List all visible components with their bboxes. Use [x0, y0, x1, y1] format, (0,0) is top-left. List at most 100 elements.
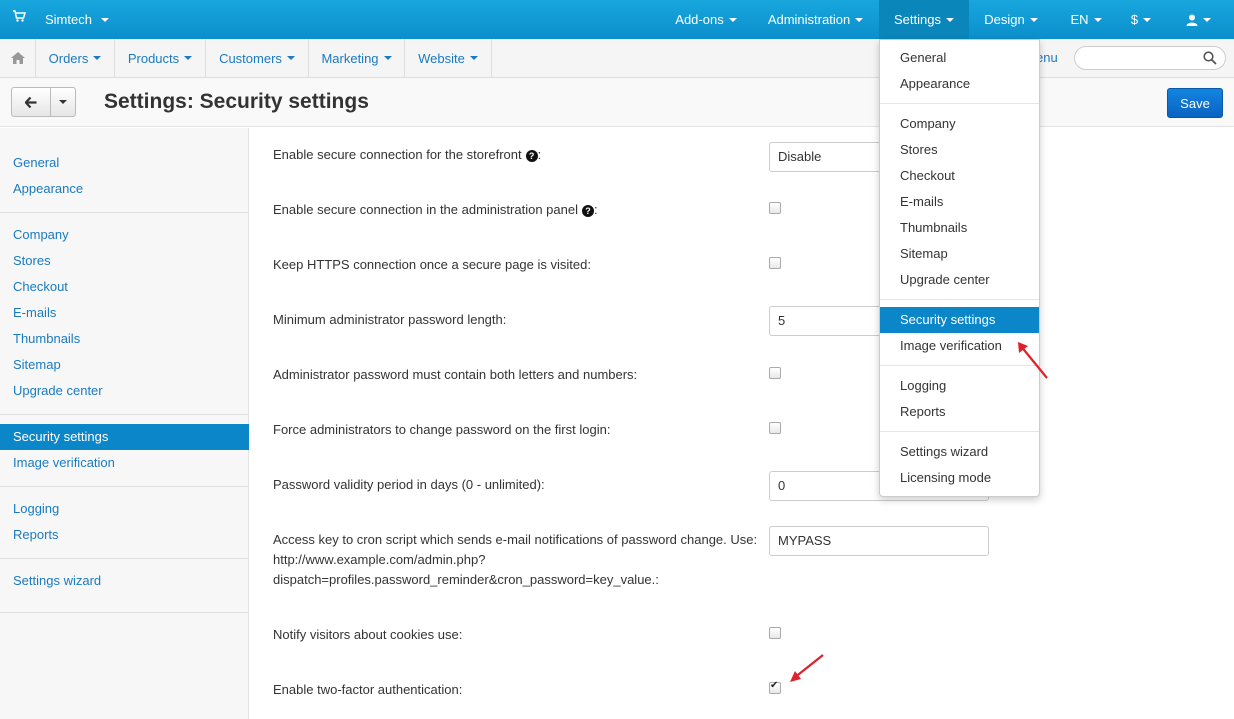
menu-design[interactable]: Design — [972, 0, 1050, 39]
sidebar-item-general[interactable]: General — [0, 150, 249, 176]
dropdown-item-upgrade-center[interactable]: Upgrade center — [880, 267, 1039, 293]
force-password-change-checkbox[interactable] — [769, 422, 781, 434]
actions-dropdown-button[interactable] — [50, 87, 76, 117]
cart-icon[interactable] — [12, 9, 26, 23]
menu-language[interactable]: EN — [1060, 0, 1112, 39]
dropdown-divider — [880, 365, 1039, 366]
dropdown-divider — [880, 103, 1039, 104]
home-button[interactable] — [0, 39, 36, 77]
setting-label-line: http://www.example.com/admin.php? — [273, 552, 486, 567]
back-button[interactable] — [11, 87, 51, 117]
nav-customers[interactable]: Customers — [206, 39, 309, 77]
setting-label: Enable secure connection for the storefr… — [273, 147, 542, 162]
search-icon[interactable] — [1203, 51, 1217, 65]
chevron-down-icon — [383, 56, 392, 60]
dropdown-item-licensing-mode[interactable]: Licensing mode — [880, 465, 1039, 491]
sidebar-item-stores[interactable]: Stores — [0, 248, 249, 274]
menu-administration[interactable]: Administration — [757, 0, 874, 39]
store-switcher[interactable]: Simtech — [45, 12, 109, 27]
nav-products[interactable]: Products — [115, 39, 206, 77]
dropdown-item-checkout[interactable]: Checkout — [880, 163, 1039, 189]
nav-marketing-label: Marketing — [321, 50, 379, 66]
chevron-down-icon — [59, 100, 67, 104]
cron-access-key-input[interactable]: MYPASS — [769, 526, 989, 556]
settings-sidebar: General Appearance Company Stores Checko… — [0, 128, 249, 719]
dropdown-item-general[interactable]: General — [880, 45, 1039, 71]
setting-label-text: Enable secure connection for the storefr… — [273, 147, 522, 162]
menu-design-label: Design — [984, 12, 1025, 27]
setting-label: Access key to cron script which sends e-… — [273, 530, 757, 590]
top-navbar: Simtech Add-ons Administration Settings … — [0, 0, 1234, 39]
dropdown-item-logging[interactable]: Logging — [880, 373, 1039, 399]
dropdown-divider — [880, 299, 1039, 300]
menu-settings-label: Settings — [894, 12, 941, 27]
search-box[interactable] — [1074, 46, 1226, 70]
menu-currency-label: $ — [1130, 12, 1139, 27]
nav-website[interactable]: Website — [405, 39, 492, 77]
search-input[interactable] — [1085, 47, 1205, 69]
nav-marketing[interactable]: Marketing — [309, 39, 405, 77]
dropdown-item-sitemap[interactable]: Sitemap — [880, 241, 1039, 267]
user-icon — [1186, 14, 1197, 26]
chevron-down-icon — [469, 56, 478, 60]
menu-administration-label: Administration — [767, 12, 851, 27]
setting-label: Keep HTTPS connection once a secure page… — [273, 257, 591, 272]
chevron-down-icon — [93, 56, 102, 60]
help-icon[interactable]: ? — [525, 150, 538, 162]
sidebar-divider — [0, 558, 249, 559]
dropdown-item-thumbnails[interactable]: Thumbnails — [880, 215, 1039, 241]
sidebar-item-sitemap[interactable]: Sitemap — [0, 352, 249, 378]
dropdown-item-company[interactable]: Company — [880, 111, 1039, 137]
nav-orders[interactable]: Orders — [36, 39, 115, 77]
sidebar-item-security-settings[interactable]: Security settings — [0, 424, 249, 450]
setting-label: Enable secure connection in the administ… — [273, 202, 598, 217]
menu-settings[interactable]: Settings — [879, 0, 969, 39]
setting-label-line: dispatch=profiles.password_reminder&cron… — [273, 572, 659, 587]
help-icon[interactable]: ? — [581, 205, 594, 217]
cookies-notice-checkbox[interactable] — [769, 627, 781, 639]
sidebar-item-company[interactable]: Company — [0, 222, 249, 248]
dropdown-item-image-verification[interactable]: Image verification — [880, 333, 1039, 359]
setting-label: Minimum administrator password length: — [273, 312, 507, 327]
setting-label: Notify visitors about cookies use: — [273, 627, 463, 642]
sidebar-divider — [0, 212, 249, 213]
chevron-down-icon — [1093, 17, 1102, 22]
nav-website-label: Website — [418, 50, 465, 66]
keep-https-checkbox[interactable] — [769, 257, 781, 269]
sidebar-item-appearance[interactable]: Appearance — [0, 176, 249, 202]
dropdown-item-security-settings[interactable]: Security settings — [880, 307, 1039, 333]
brand-label: Simtech — [45, 12, 92, 27]
page-title: Settings: Security settings — [104, 90, 369, 113]
setting-label: Password validity period in days (0 - un… — [273, 477, 545, 492]
sidebar-item-emails[interactable]: E-mails — [0, 300, 249, 326]
menu-user[interactable] — [1170, 0, 1226, 39]
sidebar-item-logging[interactable]: Logging — [0, 496, 249, 522]
menu-addons[interactable]: Add-ons — [665, 0, 747, 39]
password-letters-numbers-checkbox[interactable] — [769, 367, 781, 379]
secondary-navbar: Orders Products Customers Marketing Webs… — [0, 39, 1234, 78]
setting-label: Force administrators to change password … — [273, 422, 611, 437]
dropdown-item-reports[interactable]: Reports — [880, 399, 1039, 425]
dropdown-item-settings-wizard[interactable]: Settings wizard — [880, 439, 1039, 465]
menu-currency[interactable]: $ — [1121, 0, 1161, 39]
secure-admin-checkbox[interactable] — [769, 202, 781, 214]
sidebar-divider — [0, 612, 249, 613]
sidebar-item-reports[interactable]: Reports — [0, 522, 249, 548]
two-factor-auth-checkbox[interactable] — [769, 680, 781, 694]
sidebar-item-checkout[interactable]: Checkout — [0, 274, 249, 300]
sidebar-divider — [0, 486, 249, 487]
sidebar-item-upgrade-center[interactable]: Upgrade center — [0, 378, 249, 404]
dropdown-item-stores[interactable]: Stores — [880, 137, 1039, 163]
dropdown-item-emails[interactable]: E-mails — [880, 189, 1039, 215]
dropdown-divider — [880, 431, 1039, 432]
menu-addons-label: Add-ons — [675, 12, 724, 27]
dropdown-item-appearance[interactable]: Appearance — [880, 71, 1039, 97]
chevron-down-icon — [1202, 17, 1211, 22]
setting-label-line: Access key to cron script which sends e-… — [273, 532, 758, 547]
chevron-down-icon — [855, 17, 864, 22]
sidebar-item-settings-wizard[interactable]: Settings wizard — [0, 568, 249, 594]
save-button[interactable]: Save — [1167, 88, 1223, 118]
chevron-down-icon — [728, 17, 737, 22]
sidebar-item-thumbnails[interactable]: Thumbnails — [0, 326, 249, 352]
sidebar-item-image-verification[interactable]: Image verification — [0, 450, 249, 476]
